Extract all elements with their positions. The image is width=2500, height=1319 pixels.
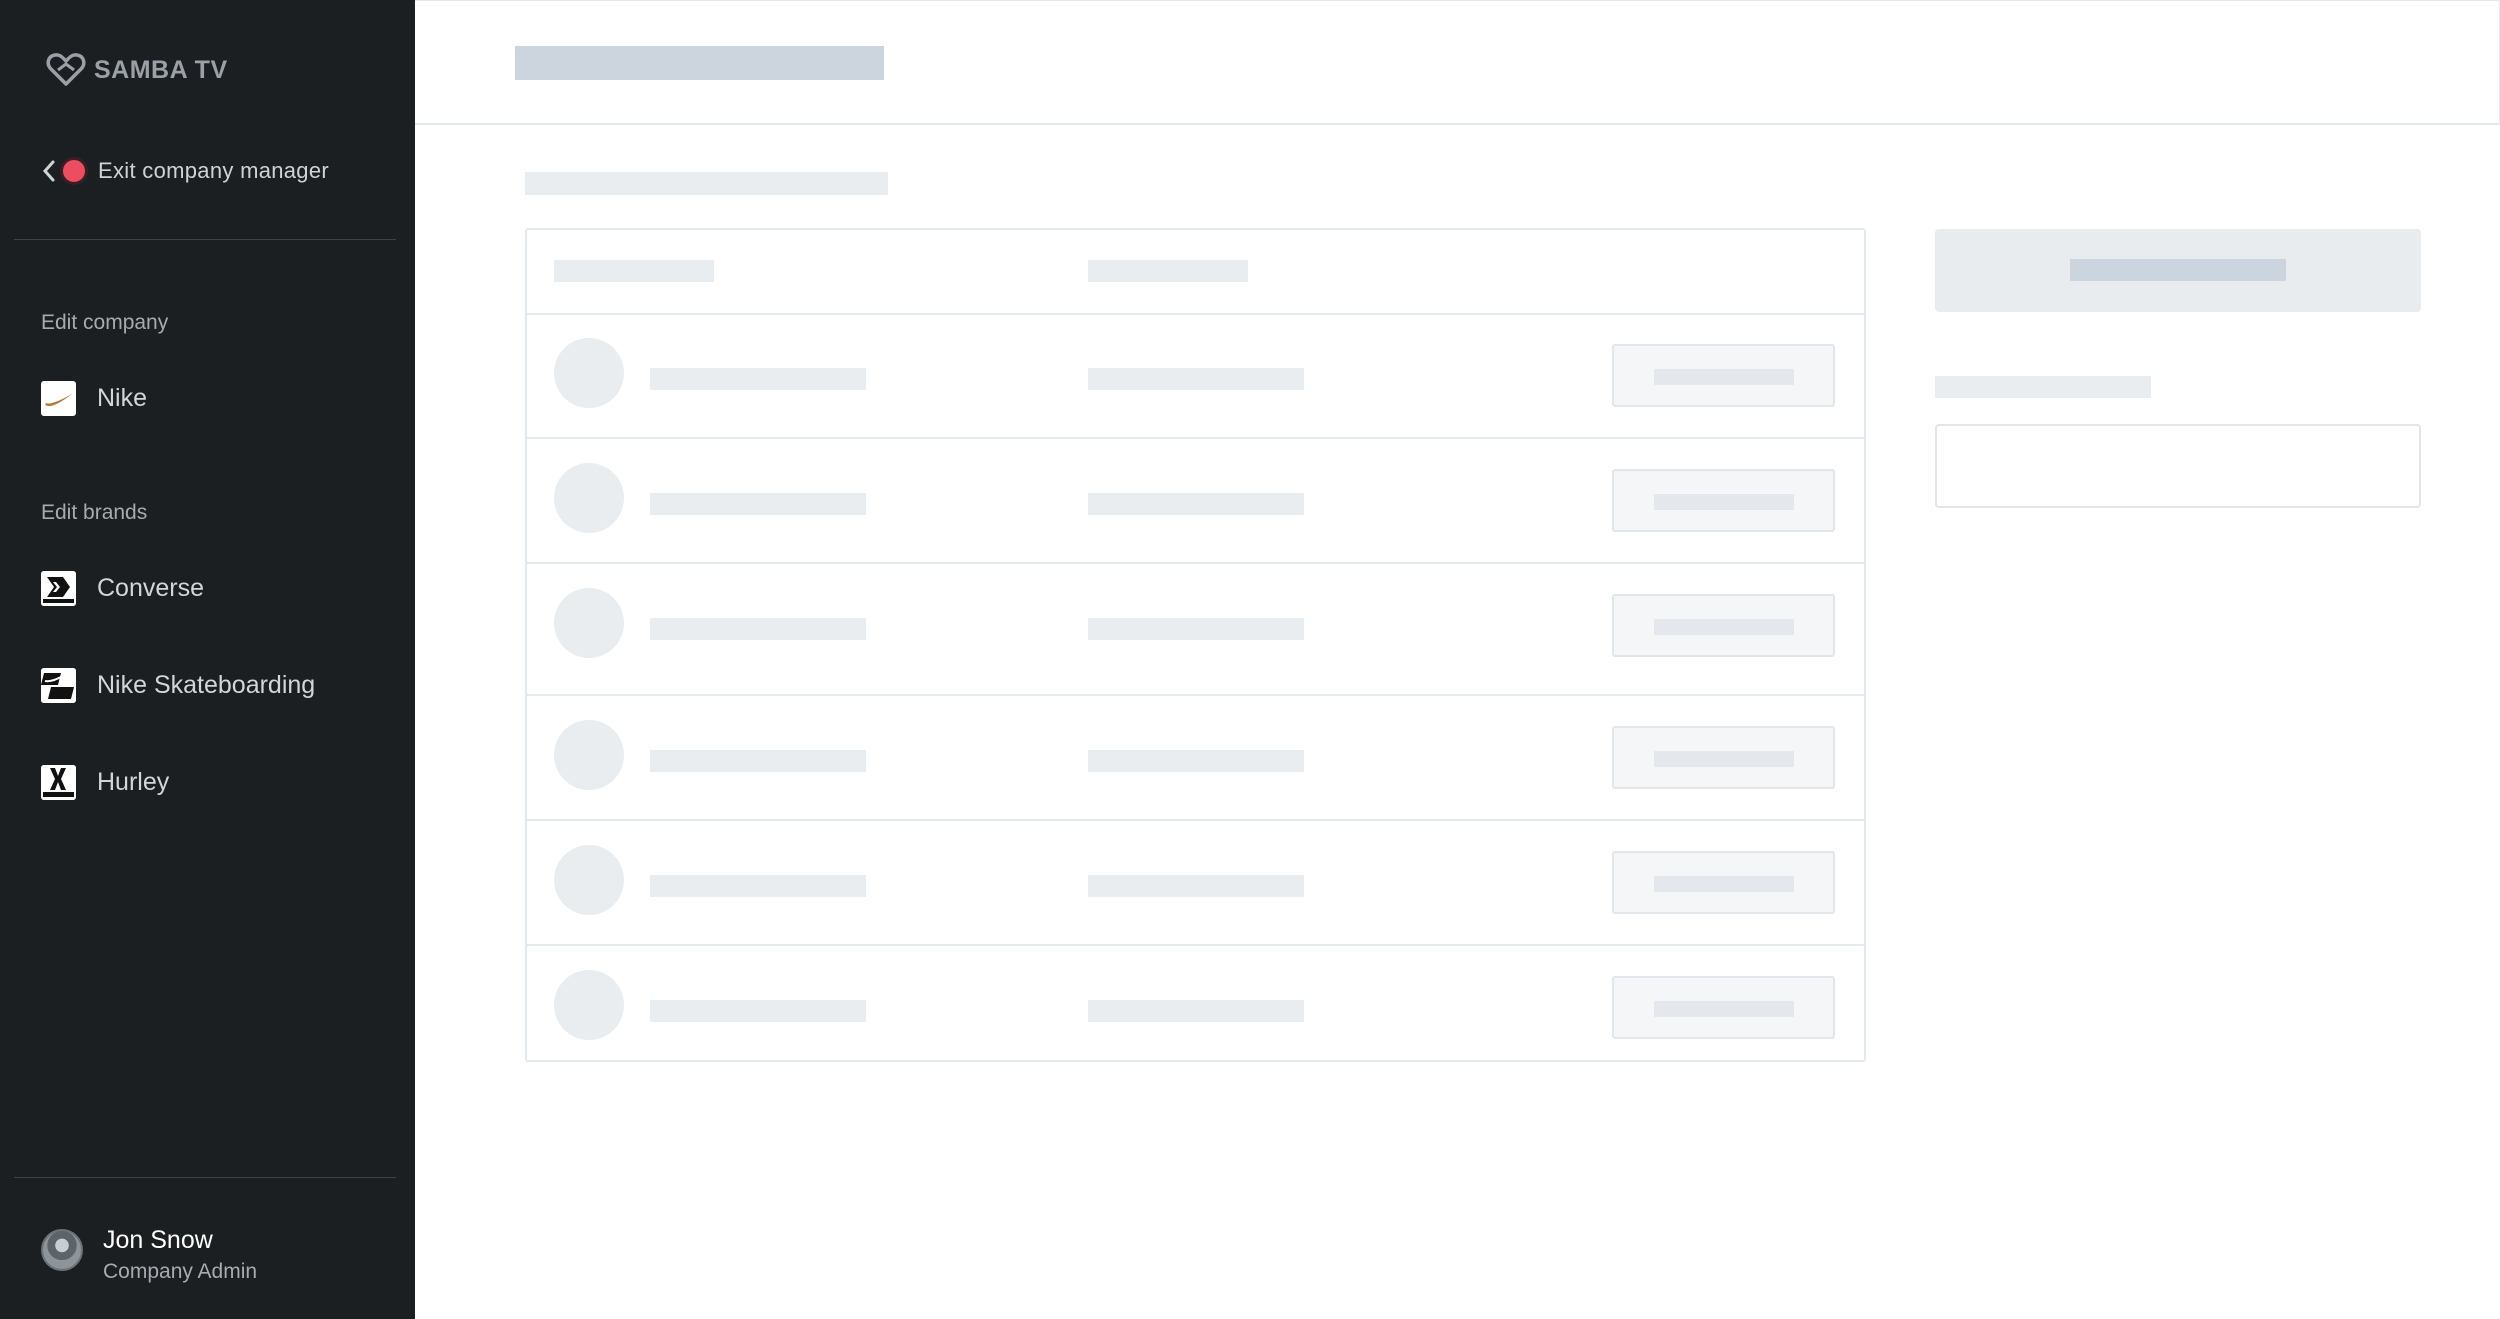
status-dot-icon (60, 157, 88, 185)
avatar-skeleton (554, 588, 624, 658)
sidebar-divider (14, 1177, 396, 1178)
text-skeleton (650, 618, 866, 640)
sidebar-divider (14, 239, 396, 240)
input-field-skeleton[interactable] (1935, 424, 2421, 508)
row-action-button-skeleton[interactable] (1612, 344, 1835, 407)
avatar-skeleton (554, 720, 624, 790)
primary-action-button-skeleton[interactable] (1935, 229, 2421, 312)
sidebar-item-hurley[interactable]: Hurley (41, 765, 169, 800)
heart-logo-icon (46, 53, 86, 86)
row-action-button-skeleton[interactable] (1612, 594, 1835, 657)
row-divider (527, 437, 1864, 439)
field-label-skeleton (1935, 376, 2151, 398)
user-profile[interactable]: Jon Snow Company Admin (41, 1225, 257, 1287)
text-skeleton (650, 368, 866, 390)
nike-swoosh-icon (41, 381, 76, 416)
text-skeleton (650, 875, 866, 897)
converse-logo-icon (41, 571, 76, 606)
edit-brands-heading: Edit brands (41, 501, 148, 524)
nike-sb-logo-icon (41, 668, 76, 703)
sidebar-item-label: Hurley (97, 768, 170, 796)
sidebar-item-label: Converse (97, 574, 204, 602)
brand-name: SAMBA TV (94, 55, 228, 84)
user-name: Jon Snow (103, 1226, 213, 1254)
sidebar-item-nike-skateboarding[interactable]: Nike Skateboarding (41, 668, 315, 703)
user-role: Company Admin (103, 1260, 258, 1283)
sidebar-item-label: Nike Skateboarding (97, 671, 316, 699)
row-divider (527, 819, 1864, 821)
text-skeleton (1088, 368, 1304, 390)
row-divider (527, 313, 1864, 315)
top-header (415, 0, 2500, 125)
text-skeleton (1088, 493, 1304, 515)
avatar-skeleton (554, 845, 624, 915)
hurley-logo-icon (41, 765, 76, 800)
main-content (415, 0, 2500, 1319)
sidebar-item-label: Nike (97, 384, 148, 412)
members-table-skeleton (525, 228, 1866, 1062)
text-skeleton (1088, 875, 1304, 897)
column-header-skeleton (554, 260, 714, 282)
row-divider (527, 944, 1864, 946)
page-title-skeleton (515, 46, 884, 80)
section-title-skeleton (525, 172, 888, 195)
row-action-button-skeleton[interactable] (1612, 851, 1835, 914)
edit-company-heading: Edit company (41, 311, 169, 334)
sidebar-item-nike[interactable]: Nike (41, 381, 147, 416)
text-skeleton (650, 1000, 866, 1022)
avatar-skeleton (554, 338, 624, 408)
sidebar-item-converse[interactable]: Converse (41, 571, 204, 606)
row-action-button-skeleton[interactable] (1612, 976, 1835, 1039)
text-skeleton (650, 750, 866, 772)
exit-company-manager-button[interactable]: Exit company manager (40, 157, 329, 185)
exit-label: Exit company manager (98, 158, 329, 183)
text-skeleton (650, 493, 866, 515)
row-divider (527, 562, 1864, 564)
row-divider (527, 694, 1864, 696)
sidebar: SAMBA TV Exit company manager Edit compa… (0, 0, 415, 1319)
avatar-skeleton (554, 463, 624, 533)
chevron-left-icon (42, 160, 55, 182)
row-action-button-skeleton[interactable] (1612, 469, 1835, 532)
samba-tv-logo[interactable]: SAMBA TV (46, 52, 228, 88)
avatar (41, 1229, 83, 1271)
column-header-skeleton (1088, 260, 1248, 282)
row-action-button-skeleton[interactable] (1612, 726, 1835, 789)
text-skeleton (1088, 1000, 1304, 1022)
avatar-skeleton (554, 970, 624, 1040)
user-info: Jon Snow Company Admin (103, 1225, 257, 1287)
text-skeleton (1088, 750, 1304, 772)
text-skeleton (1088, 618, 1304, 640)
